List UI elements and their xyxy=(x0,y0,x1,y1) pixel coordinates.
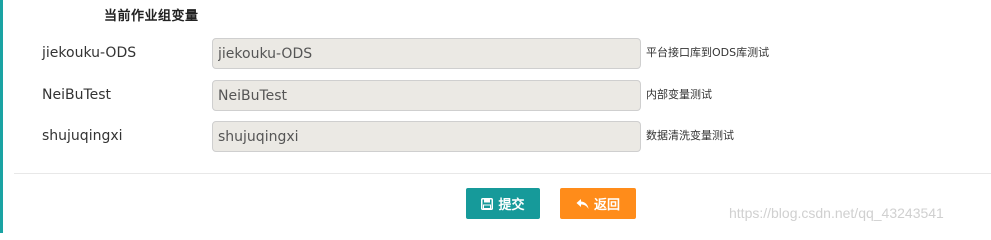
save-icon xyxy=(481,197,494,210)
variable-row: jiekouku-ODS 平台接口库到ODS库测试 xyxy=(0,38,991,70)
submit-button[interactable]: 提交 xyxy=(466,188,540,219)
form-divider xyxy=(14,173,991,174)
left-accent-border xyxy=(0,0,3,233)
back-button[interactable]: 返回 xyxy=(560,188,636,219)
reply-icon xyxy=(576,198,589,210)
variable-value-input[interactable] xyxy=(212,38,641,69)
variable-value-input[interactable] xyxy=(212,80,641,111)
variable-description: 数据清洗变量测试 xyxy=(646,129,734,142)
variable-value-input[interactable] xyxy=(212,121,641,152)
variable-name-label: shujuqingxi xyxy=(42,128,123,144)
variable-name-label: jiekouku-ODS xyxy=(42,45,137,61)
back-button-label: 返回 xyxy=(593,198,620,213)
submit-button-label: 提交 xyxy=(498,198,525,213)
variable-name-label: NeiBuTest xyxy=(42,87,112,103)
variable-description: 内部变量测试 xyxy=(646,88,712,101)
variable-description: 平台接口库到ODS库测试 xyxy=(646,46,770,59)
variable-row: NeiBuTest 内部变量测试 xyxy=(0,80,991,112)
watermark-text: https://blog.csdn.net/qq_43243541 xyxy=(729,205,944,221)
section-title: 当前作业组变量 xyxy=(104,9,199,24)
variable-row: shujuqingxi 数据清洗变量测试 xyxy=(0,121,991,153)
